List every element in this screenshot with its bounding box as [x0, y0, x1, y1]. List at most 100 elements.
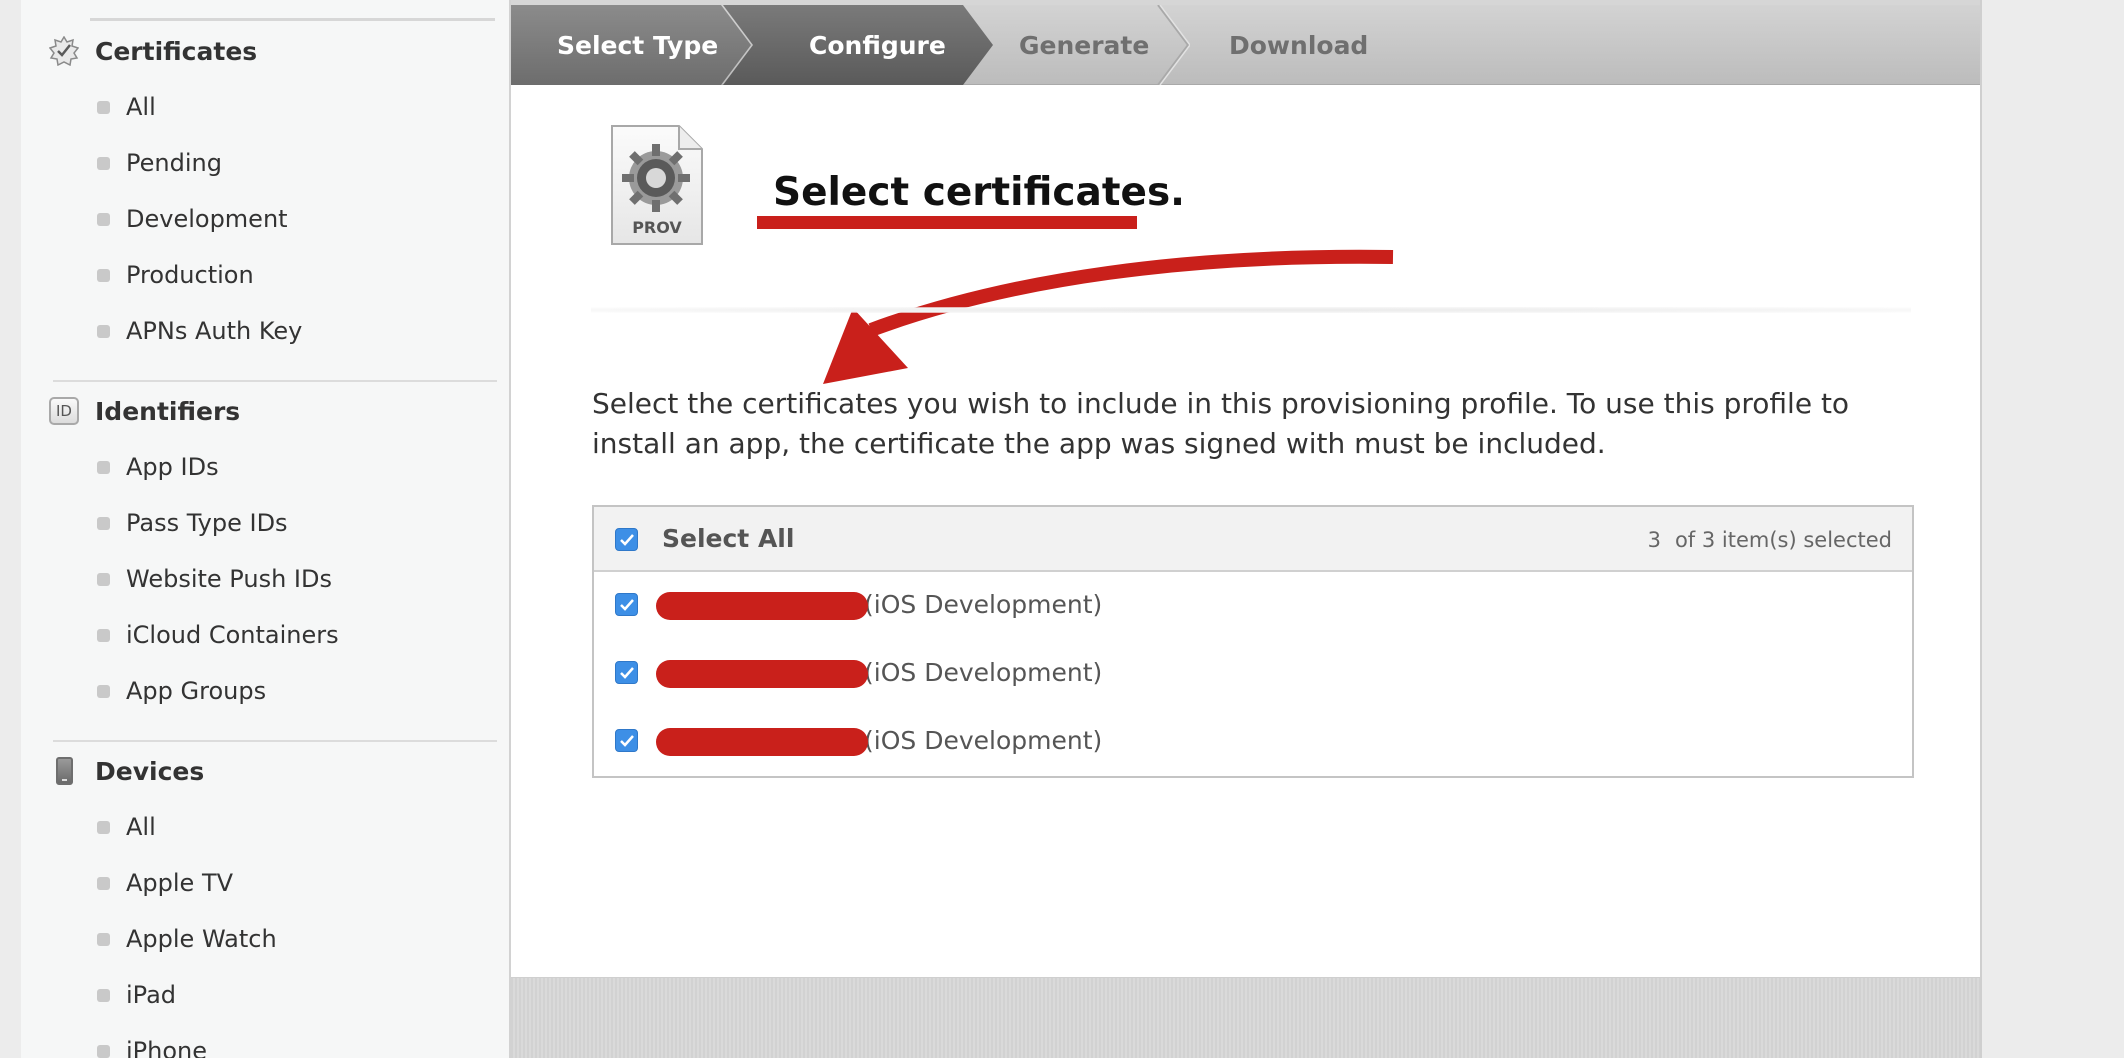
- sidebar-item-pending[interactable]: Pending: [97, 145, 222, 181]
- select-all-row: Select All 3 of 3 item(s) selected: [594, 507, 1912, 572]
- sidebar-item-app-ids[interactable]: App IDs: [97, 449, 219, 485]
- certificate-type-label: (iOS Development): [864, 658, 1103, 687]
- id-badge-text: ID: [49, 397, 79, 425]
- certificate-row[interactable]: (iOS Development): [594, 640, 1912, 706]
- bullet-icon: [97, 516, 110, 530]
- section-header-identifiers[interactable]: ID Identifiers: [49, 391, 240, 431]
- bullet-icon: [97, 572, 110, 586]
- tablet-device-icon: [55, 757, 73, 785]
- sidebar-item-apple-watch[interactable]: Apple Watch: [97, 921, 277, 957]
- provisioning-profile-icon: PROV: [609, 123, 705, 247]
- sidebar-item-label: Apple Watch: [126, 925, 277, 953]
- sidebar-item-production[interactable]: Production: [97, 257, 254, 293]
- main-panel: Select Type Configure Generate Download: [511, 0, 1982, 1058]
- step-label: Select Type: [557, 30, 719, 60]
- bullet-icon: [97, 100, 110, 114]
- sidebar-item-label: App Groups: [126, 677, 267, 705]
- sidebar-item-label: All: [126, 813, 156, 841]
- section-title-devices: Devices: [95, 756, 205, 786]
- sidebar-item-app-groups[interactable]: App Groups: [97, 673, 266, 709]
- sidebar-item-label: Development: [126, 205, 288, 233]
- sidebar-item-label: iPhone: [126, 1037, 208, 1058]
- bullet-icon: [97, 876, 110, 890]
- sidebar-divider: [53, 740, 497, 742]
- step-label: Generate: [1019, 30, 1150, 60]
- sidebar-item-label: Pass Type IDs: [126, 509, 288, 537]
- redacted-certificate-name: [656, 728, 868, 756]
- sidebar-item-icloud-containers[interactable]: iCloud Containers: [97, 617, 339, 653]
- bullet-icon: [97, 268, 110, 282]
- sidebar-top-divider: [90, 18, 495, 21]
- section-title-certificates: Certificates: [95, 36, 258, 66]
- bullet-icon: [97, 988, 110, 1002]
- bullet-icon: [97, 324, 110, 338]
- sidebar-item-website-push-ids[interactable]: Website Push IDs: [97, 561, 332, 597]
- sidebar-item-label: iCloud Containers: [126, 621, 339, 649]
- step-configure[interactable]: Configure: [723, 5, 993, 85]
- selected-count-value: 3: [1647, 528, 1661, 552]
- bullet-icon: [97, 156, 110, 170]
- selected-count-suffix: of 3 item(s) selected: [1674, 528, 1892, 552]
- section-title-identifiers: Identifiers: [95, 396, 241, 426]
- prov-icon-label: PROV: [632, 218, 682, 237]
- selection-count: 3 of 3 item(s) selected: [1648, 528, 1892, 552]
- certificate-checkbox[interactable]: [615, 729, 638, 752]
- certificate-selection-table: Select All 3 of 3 item(s) selected (iOS …: [592, 505, 1914, 778]
- bullet-icon: [97, 212, 110, 226]
- certificate-seal-icon: [49, 36, 79, 66]
- sidebar-item-development[interactable]: Development: [97, 201, 288, 237]
- sidebar-item-devices-all[interactable]: All: [97, 809, 156, 845]
- sidebar-item-label: Website Push IDs: [126, 565, 332, 593]
- sidebar-item-label: iPad: [126, 981, 177, 1009]
- step-select-type[interactable]: Select Type: [511, 5, 751, 85]
- section-header-certificates[interactable]: Certificates: [49, 31, 257, 71]
- step-label: Download: [1229, 30, 1369, 60]
- bullet-icon: [97, 932, 110, 946]
- bullet-icon: [97, 684, 110, 698]
- sidebar-item-apns-auth-key[interactable]: APNs Auth Key: [97, 313, 302, 349]
- sidebar-divider: [53, 380, 497, 382]
- checkmark-icon: [619, 734, 634, 747]
- red-arrowhead-icon: [823, 308, 908, 384]
- sidebar-item-label: Pending: [126, 149, 222, 177]
- checkmark-icon: [619, 598, 634, 611]
- footer-band: [511, 977, 1980, 1058]
- sidebar: Certificates All Pending Development Pro…: [21, 0, 511, 1058]
- select-all-label: Select All: [662, 524, 795, 553]
- device-icon: [49, 756, 79, 786]
- sidebar-item-certificates-all[interactable]: All: [97, 89, 156, 125]
- redacted-certificate-name: [656, 660, 868, 688]
- section-divider: [591, 307, 1911, 313]
- sidebar-item-iphone[interactable]: iPhone: [97, 1033, 207, 1058]
- step-progress-bar: Select Type Configure Generate Download: [511, 5, 1980, 85]
- bullet-icon: [97, 820, 110, 834]
- red-arrow-annotation: [868, 249, 1394, 337]
- id-badge-icon: ID: [49, 396, 79, 426]
- step-label: Configure: [809, 30, 946, 60]
- page-heading: Select certificates.: [773, 170, 1185, 215]
- sidebar-item-label: APNs Auth Key: [126, 317, 303, 345]
- certificate-row[interactable]: (iOS Development): [594, 708, 1912, 774]
- redacted-certificate-name: [656, 592, 868, 620]
- instructions-text: Select the certificates you wish to incl…: [592, 387, 1850, 460]
- select-all-checkbox[interactable]: [615, 528, 638, 551]
- sidebar-item-apple-tv[interactable]: Apple TV: [97, 865, 233, 901]
- section-header-devices[interactable]: Devices: [49, 751, 204, 791]
- certificate-checkbox[interactable]: [615, 661, 638, 684]
- checkmark-icon: [619, 666, 634, 679]
- step-download: Download: [1229, 5, 1429, 85]
- sidebar-item-label: All: [126, 93, 156, 121]
- certificate-type-label: (iOS Development): [864, 726, 1103, 755]
- sidebar-item-label: App IDs: [126, 453, 219, 481]
- sidebar-item-pass-type-ids[interactable]: Pass Type IDs: [97, 505, 288, 541]
- chevron-separator-icon: [1157, 5, 1190, 85]
- bullet-icon: [97, 460, 110, 474]
- sidebar-item-label: Apple TV: [126, 869, 234, 897]
- sidebar-item-label: Production: [126, 261, 254, 289]
- certificate-type-label: (iOS Development): [864, 590, 1103, 619]
- bullet-icon: [97, 628, 110, 642]
- checkmark-icon: [619, 533, 634, 546]
- sidebar-item-ipad[interactable]: iPad: [97, 977, 176, 1013]
- certificate-checkbox[interactable]: [615, 593, 638, 616]
- certificate-row[interactable]: (iOS Development): [594, 572, 1912, 638]
